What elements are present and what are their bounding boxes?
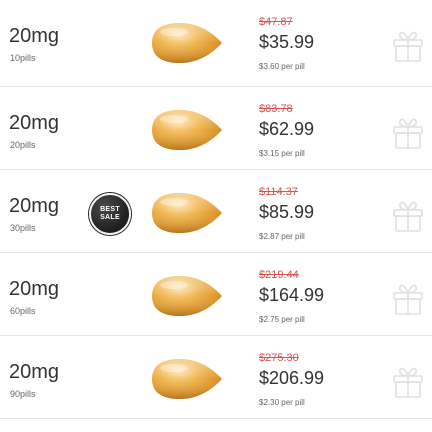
offer-row-60pills[interactable]: 20mg 60pills $219.44 $164.99 $2.75 per p… (0, 253, 432, 336)
per-pill-price: $3.60 per pill (259, 62, 305, 71)
badge-line-2: SALE (100, 214, 120, 221)
pill-icon (140, 97, 232, 163)
dose-label: 20mg (9, 25, 60, 47)
price: $62.99 (259, 119, 315, 139)
price: $35.99 (259, 32, 315, 52)
old-price: $275.30 (259, 352, 299, 364)
quantity-label: 30pills (10, 223, 36, 233)
gift-icon[interactable] (391, 199, 425, 233)
per-pill-price: $3.15 per pill (259, 149, 305, 158)
offer-row-30pills[interactable]: 20mg 30pills BEST SALE $114.37 $85.99 $2… (0, 170, 432, 253)
old-price: $114.37 (259, 186, 298, 198)
price: $206.99 (259, 368, 325, 388)
badge-line-1: BEST (100, 206, 120, 213)
offer-row-10pills[interactable]: 20mg 10pills $47.87 $35.99 $3.60 per pil… (0, 0, 432, 87)
per-pill-price: $2.30 per pill (259, 398, 305, 407)
quantity-label: 20pills (10, 140, 36, 150)
pill-icon (140, 346, 232, 412)
gift-icon[interactable] (391, 29, 425, 63)
quantity-label: 10pills (10, 53, 36, 63)
old-price: $83.78 (259, 103, 293, 115)
gift-icon[interactable] (391, 282, 425, 316)
dose-label: 20mg (9, 361, 60, 383)
price: $164.99 (259, 285, 325, 305)
per-pill-price: $2.87 per pill (259, 232, 305, 241)
offer-row-90pills[interactable]: 20mg 90pills $275.30 $206.99 $2.30 per p… (0, 336, 432, 419)
per-pill-price: $2.75 per pill (259, 315, 305, 324)
dose-label: 20mg (9, 195, 60, 217)
quantity-label: 60pills (10, 306, 36, 316)
pill-icon (140, 263, 232, 329)
dose-label: 20mg (9, 278, 60, 300)
pill-icon (140, 180, 232, 246)
old-price: $47.87 (259, 16, 293, 28)
pill-icon (140, 10, 232, 76)
old-price: $219.44 (259, 269, 299, 281)
offer-row-20pills[interactable]: 20mg 20pills $83.78 $62.99 $3.15 per pil… (0, 87, 432, 170)
gift-icon[interactable] (391, 116, 425, 150)
offer-list: 20mg 10pills $47.87 $35.99 $3.60 per pil… (0, 0, 432, 419)
best-sale-badge: BEST SALE (89, 193, 131, 235)
gift-icon[interactable] (391, 365, 425, 399)
dose-label: 20mg (9, 112, 60, 134)
price: $85.99 (259, 202, 315, 222)
quantity-label: 90pills (10, 389, 36, 399)
